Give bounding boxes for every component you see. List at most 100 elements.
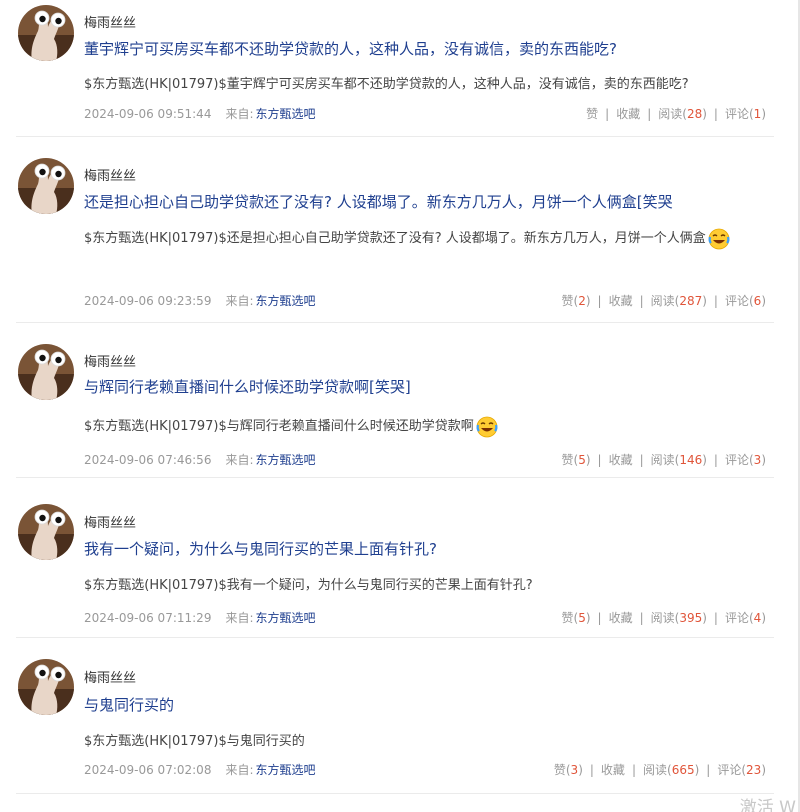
post-time: 2024-09-06 09:23:59: [84, 294, 212, 308]
favorite-button[interactable]: 收藏: [609, 453, 633, 467]
comment-label: 评论: [724, 453, 749, 467]
read-count: 阅读(28): [658, 107, 707, 121]
post-body-text: $东方甄选(HK|01797)$我有一个疑问，为什么与鬼同行买的芒果上面有针孔?: [84, 578, 533, 593]
action-separator: |: [647, 107, 652, 121]
post-body-text: $东方甄选(HK|01797)$与辉同行老赖直播间什么时候还助学贷款啊: [84, 419, 474, 434]
post-meta: 2024-09-06 09:23:59 来自: 东方甄选吧 赞(2) | 收藏 | 阅读(28…: [84, 292, 766, 309]
favorite-button[interactable]: 收藏: [609, 294, 633, 308]
post-body: $东方甄选(HK|01797)$我有一个疑问，为什么与鬼同行买的芒果上面有针孔?: [84, 573, 774, 599]
post-item: 梅雨丝丝还是担心担心自己助学贷款还了没有? 人设都塌了。新东方几万人，月饼一个人…: [16, 137, 774, 323]
post-actions: 赞(5) | 收藏 | 阅读(146) | 评论(3): [561, 451, 766, 468]
post-item: 梅雨丝丝董宇辉宁可买房买车都不还助学贷款的人，这种人品，没有诚信，卖的东西能吃?…: [16, 0, 774, 137]
source-link[interactable]: 东方甄选吧: [256, 453, 316, 467]
comment-button[interactable]: 评论(4): [725, 611, 766, 625]
favorite-label: 收藏: [616, 107, 641, 121]
post-body: $东方甄选(HK|01797)$还是担心担心自己助学贷款还了没有? 人设都塌了。…: [84, 226, 774, 252]
favorite-button[interactable]: 收藏: [601, 763, 625, 777]
avatar[interactable]: [18, 158, 74, 214]
source-link[interactable]: 东方甄选吧: [256, 107, 316, 121]
comment-button[interactable]: 评论(6): [725, 294, 766, 308]
action-separator: |: [713, 453, 718, 467]
post-time: 2024-09-06 07:02:08: [84, 763, 212, 777]
read-count-value: 146: [679, 453, 703, 467]
favorite-label: 收藏: [600, 763, 625, 777]
action-separator: |: [605, 107, 610, 121]
author-name[interactable]: 梅雨丝丝: [84, 165, 136, 184]
post-title[interactable]: 董宇辉宁可买房买车都不还助学贷款的人，这种人品，没有诚信，卖的东西能吃?: [84, 38, 617, 59]
source-label: 来自:: [225, 611, 254, 625]
avatar[interactable]: [18, 5, 74, 61]
post-title[interactable]: 与鬼同行买的: [84, 694, 174, 715]
source-link[interactable]: 东方甄选吧: [256, 611, 316, 625]
source-label: 来自:: [225, 294, 254, 308]
read-count-value: 665: [671, 763, 695, 777]
favorite-label: 收藏: [608, 453, 633, 467]
post-body: $东方甄选(HK|01797)$董宇辉宁可买房买车都不还助学贷款的人，这种人品，…: [84, 72, 774, 98]
like-button[interactable]: 赞(2): [561, 294, 590, 308]
post-item: 梅雨丝丝我有一个疑问，为什么与鬼同行买的芒果上面有针孔? $东方甄选(HK|017…: [16, 478, 774, 638]
action-separator: |: [713, 107, 718, 121]
source-link[interactable]: 东方甄选吧: [256, 294, 316, 308]
favorite-button[interactable]: 收藏: [609, 611, 633, 625]
author-name[interactable]: 梅雨丝丝: [84, 512, 136, 531]
author-name[interactable]: 梅雨丝丝: [84, 667, 136, 686]
like-button[interactable]: 赞(5): [561, 453, 590, 467]
like-count: 2: [578, 294, 586, 308]
action-separator: |: [589, 763, 594, 777]
like-close-paren: ): [585, 453, 591, 467]
post-time: 2024-09-06 07:11:29: [84, 611, 212, 625]
comment-label: 评论: [724, 611, 749, 625]
comment-label: 评论: [724, 294, 749, 308]
favorite-button[interactable]: 收藏: [616, 107, 640, 121]
post-actions: 赞(2) | 收藏 | 阅读(287) | 评论(6): [561, 292, 766, 309]
post-body: $东方甄选(HK|01797)$与辉同行老赖直播间什么时候还助学贷款啊: [84, 414, 774, 440]
post-meta: 2024-09-06 07:02:08 来自: 东方甄选吧 赞(3) | 收藏 | 阅读(66…: [84, 761, 766, 778]
comment-close-paren: ): [761, 294, 766, 308]
favorite-label: 收藏: [608, 611, 633, 625]
avatar[interactable]: [18, 504, 74, 560]
like-button[interactable]: 赞(5): [561, 611, 590, 625]
post-body: $东方甄选(HK|01797)$与鬼同行买的: [84, 729, 774, 755]
action-separator: |: [597, 453, 602, 467]
action-separator: |: [706, 763, 711, 777]
action-separator: |: [639, 294, 644, 308]
comment-button[interactable]: 评论(3): [725, 453, 766, 467]
post-title[interactable]: 还是担心担心自己助学贷款还了没有? 人设都塌了。新东方几万人，月饼一个人俩盒[笑…: [84, 191, 673, 212]
like-label: 赞: [553, 763, 566, 777]
post-feed: 梅雨丝丝 董宇辉宁可买房买车都不还助学贷款的人，这种人品，没有诚信，卖的东西能吃?…: [0, 0, 800, 812]
comment-button[interactable]: 评论(1): [725, 107, 766, 121]
source-link[interactable]: 东方甄选吧: [256, 763, 316, 777]
avatar[interactable]: [18, 659, 74, 715]
like-label: 赞: [561, 453, 574, 467]
action-separator: |: [639, 453, 644, 467]
read-count-value: 395: [679, 611, 703, 625]
post-title[interactable]: 我有一个疑问，为什么与鬼同行买的芒果上面有针孔?: [84, 538, 437, 559]
like-label: 赞: [586, 107, 599, 121]
read-count: 阅读(395): [651, 611, 707, 625]
like-button[interactable]: 赞(3): [554, 763, 583, 777]
post-body-text: $东方甄选(HK|01797)$董宇辉宁可买房买车都不还助学贷款的人，这种人品，…: [84, 77, 689, 92]
comment-close-paren: ): [761, 763, 766, 777]
post-title[interactable]: 与辉同行老赖直播间什么时候还助学贷款啊[笑哭]: [84, 376, 411, 397]
read-count: 阅读(146): [651, 453, 707, 467]
read-label: 阅读: [642, 763, 667, 777]
like-close-paren: ): [585, 294, 591, 308]
action-separator: |: [713, 294, 718, 308]
read-label: 阅读: [650, 294, 675, 308]
comment-close-paren: ): [761, 453, 766, 467]
post-item: 梅雨丝丝与辉同行老赖直播间什么时候还助学贷款啊[笑哭] $东方甄选(HK|0179…: [16, 323, 774, 478]
read-count-value: 28: [686, 107, 703, 121]
read-count: 阅读(287): [651, 294, 707, 308]
author-name[interactable]: 梅雨丝丝: [84, 12, 136, 31]
avatar[interactable]: [18, 344, 74, 400]
like-button[interactable]: 赞: [586, 107, 598, 121]
action-separator: |: [597, 611, 602, 625]
post-body-text: $东方甄选(HK|01797)$与鬼同行买的: [84, 734, 305, 749]
source-label: 来自:: [225, 453, 254, 467]
comment-label: 评论: [717, 763, 742, 777]
read-count: 阅读(665): [643, 763, 699, 777]
post-item: 梅雨丝丝与鬼同行买的 $东方甄选(HK|01797)$与鬼同行买的 2024-09-…: [16, 638, 774, 794]
comment-button[interactable]: 评论(23): [717, 763, 766, 777]
author-name[interactable]: 梅雨丝丝: [84, 351, 136, 370]
read-close-paren: ): [702, 107, 707, 121]
